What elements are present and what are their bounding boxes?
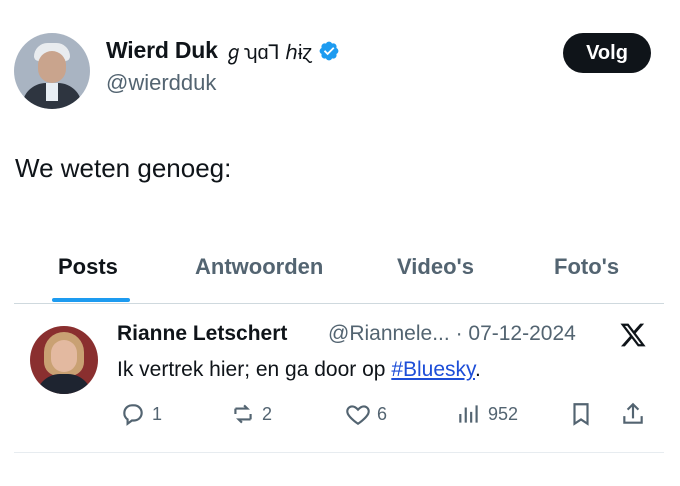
- bookmark-icon: [573, 403, 589, 426]
- follow-button[interactable]: Volg: [563, 33, 651, 73]
- post-meta: @Riannele... · 07-12-2024: [328, 322, 576, 346]
- verified-badge-icon: [320, 41, 339, 60]
- post-text-end: .: [474, 358, 481, 381]
- post-date[interactable]: 07-12-2024: [468, 322, 575, 345]
- views-action[interactable]: 952: [456, 401, 518, 427]
- bookmark-action[interactable]: [568, 401, 594, 427]
- repost-icon: [234, 404, 252, 424]
- post-text-main: Ik vertrek hier; en ga door op: [117, 358, 392, 381]
- post-author-avatar[interactable]: [30, 326, 98, 394]
- post-text: Ik vertrek hier; en ga door op #Bluesky.: [117, 358, 481, 382]
- like-action[interactable]: 6: [345, 401, 387, 427]
- tweet-text: We weten genoeg:: [15, 153, 232, 183]
- reply-count: 1: [152, 403, 163, 424]
- repost-count: 2: [262, 403, 273, 424]
- active-tab-indicator: [52, 298, 130, 302]
- reply-icon: [123, 404, 143, 426]
- share-icon: [623, 402, 643, 424]
- meta-separator: ·: [455, 322, 469, 345]
- profile-handle[interactable]: @wierdduk: [106, 70, 216, 96]
- like-count: 6: [377, 403, 388, 424]
- profile-name-row: Wierd Duk ℊʮɑ⅂ ℎɨɀ: [106, 36, 340, 65]
- hashtag-link[interactable]: #Bluesky: [391, 358, 475, 381]
- analytics-icon: [459, 405, 478, 423]
- post-author-handle[interactable]: @Riannele...: [328, 322, 450, 345]
- x-logo-icon: [620, 323, 646, 347]
- profile-avatar[interactable]: [14, 33, 90, 109]
- tab-videos[interactable]: Video's: [397, 254, 474, 280]
- repost-action[interactable]: 2: [230, 401, 272, 427]
- display-name[interactable]: Wierd Duk: [106, 37, 218, 64]
- tabs-divider: [14, 303, 664, 304]
- tab-antwoorden[interactable]: Antwoorden: [195, 254, 323, 280]
- post-author-name[interactable]: Rianne Letschert: [117, 322, 287, 346]
- tab-fotos[interactable]: Foto's: [554, 254, 619, 280]
- reply-action[interactable]: 1: [120, 401, 162, 427]
- heart-icon: [346, 405, 370, 426]
- name-glyphs: ℊʮɑ⅂ ℎɨɀ: [223, 42, 313, 64]
- share-action[interactable]: [620, 401, 646, 427]
- post-divider: [14, 452, 664, 453]
- tab-posts[interactable]: Posts: [58, 254, 118, 280]
- view-count: 952: [488, 403, 519, 424]
